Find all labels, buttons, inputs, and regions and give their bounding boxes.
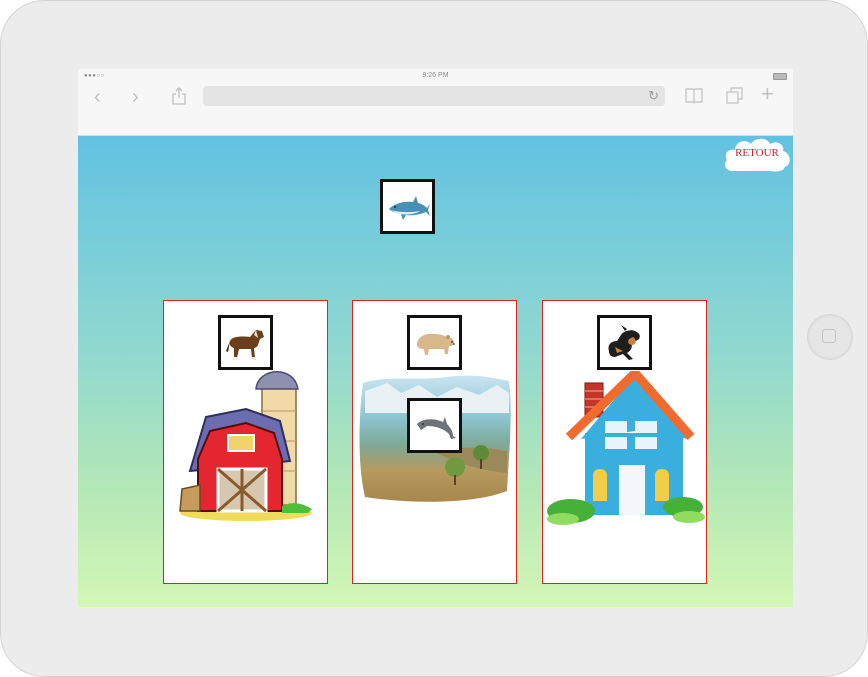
browser-toolbar: ●●●○○ 9:26 PM ‹ › ↻ + — [78, 69, 793, 136]
bookmarks-icon[interactable] — [684, 87, 704, 105]
dog-icon — [608, 325, 640, 360]
add-tab-button[interactable]: + — [761, 83, 774, 105]
screen: ●●●○○ 9:26 PM ‹ › ↻ + RETOUR — [78, 69, 793, 607]
url-bar[interactable]: ↻ — [203, 86, 665, 106]
horse-icon — [226, 330, 264, 360]
barn-illustration — [179, 371, 312, 521]
battery-icon — [773, 73, 787, 80]
bear-icon — [417, 333, 455, 355]
house-illustration — [547, 371, 705, 525]
farm-card[interactable] — [163, 300, 328, 584]
home-button[interactable] — [807, 314, 853, 360]
back-button[interactable]: ‹ — [94, 87, 101, 107]
reload-icon[interactable]: ↻ — [648, 88, 659, 104]
dog-card[interactable] — [597, 315, 652, 370]
dolphin-icon — [417, 417, 456, 439]
retour-label: RETOUR — [735, 147, 779, 159]
share-icon[interactable] — [171, 87, 187, 105]
forward-button[interactable]: › — [132, 87, 139, 107]
nature-card[interactable] — [352, 300, 517, 584]
shark-icon — [389, 196, 430, 220]
game-page: RETOUR — [78, 136, 793, 607]
house-card[interactable] — [542, 300, 707, 584]
home-square-icon — [822, 329, 836, 343]
bear-card[interactable] — [407, 315, 462, 370]
retour-button[interactable]: RETOUR — [723, 136, 791, 172]
status-bar: ●●●○○ 9:26 PM — [78, 69, 793, 83]
tabs-icon[interactable] — [725, 87, 745, 105]
status-time: 9:26 PM — [422, 72, 449, 79]
draggable-shark-card[interactable] — [380, 179, 435, 234]
dolphin-card[interactable] — [407, 398, 462, 453]
